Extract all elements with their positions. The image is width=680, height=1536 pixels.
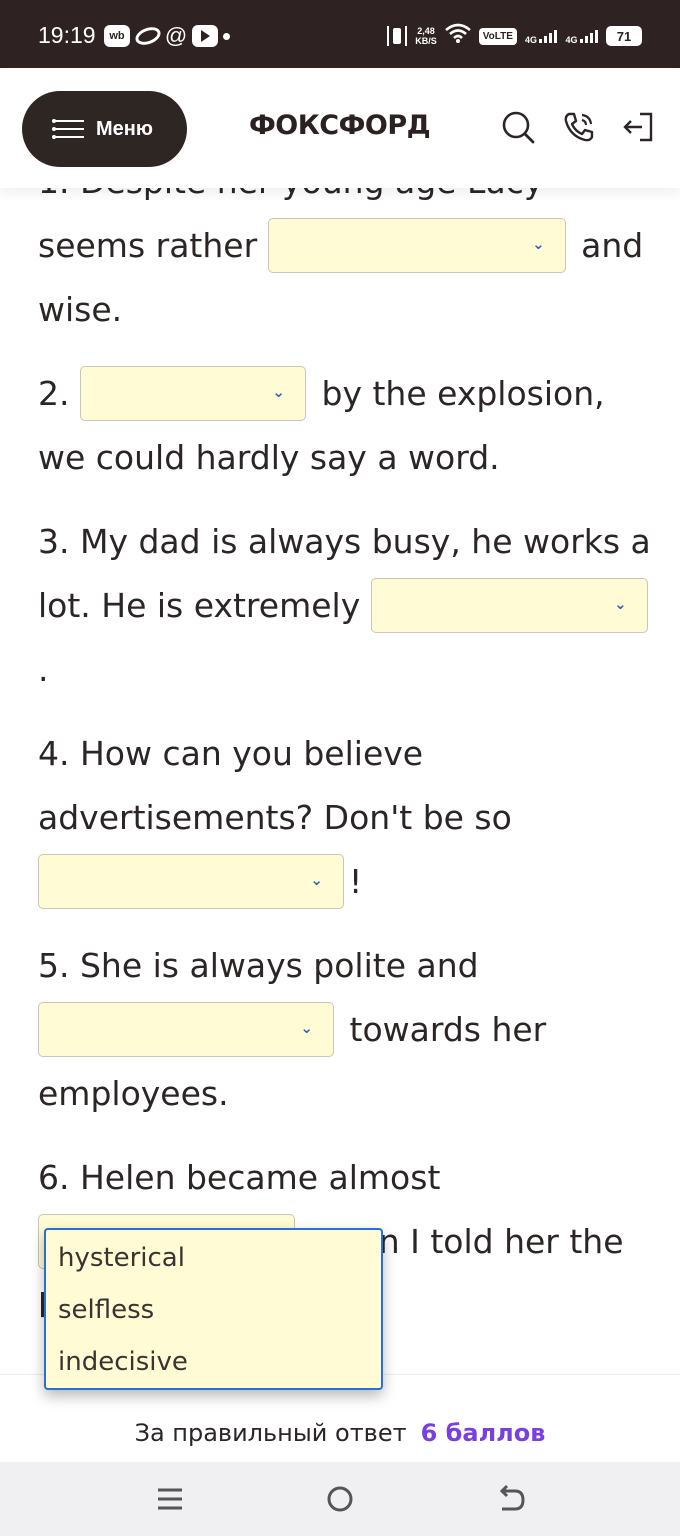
question-3: 3. My dad is always busy, he works a lot… bbox=[38, 510, 653, 702]
dropdown-option[interactable]: hysterical bbox=[46, 1232, 381, 1284]
volte-badge: VoLTE bbox=[478, 27, 517, 45]
answer-select-3[interactable]: ⌄ bbox=[370, 578, 648, 633]
home-icon[interactable] bbox=[323, 1482, 357, 1516]
recent-apps-icon[interactable] bbox=[153, 1482, 187, 1516]
battery-icon: 71 bbox=[606, 26, 642, 46]
answer-dropdown-list: hysterical selfless indecisive bbox=[44, 1228, 383, 1390]
youtube-icon bbox=[192, 25, 218, 47]
question-text: 6. Helen became almost bbox=[38, 1158, 441, 1197]
site-header: Меню ФОКСФОРД bbox=[0, 68, 680, 188]
question-text: 5. She is always polite and bbox=[38, 946, 479, 985]
vibrate-icon bbox=[387, 26, 408, 46]
chevron-down-icon: ⌄ bbox=[272, 383, 285, 401]
question-2: 2. ⌄ by the explosion, we could hardly s… bbox=[38, 362, 653, 490]
notification-dot-icon bbox=[223, 33, 230, 40]
question-text-after: . bbox=[38, 650, 49, 689]
question-text: 4. How can you believe advertisements? D… bbox=[38, 734, 512, 837]
hamburger-icon bbox=[52, 118, 84, 140]
menu-label: Меню bbox=[96, 117, 153, 140]
chevron-down-icon: ⌄ bbox=[300, 1019, 313, 1037]
chevron-down-icon: ⌄ bbox=[614, 595, 627, 613]
menu-button[interactable]: Меню bbox=[22, 91, 187, 167]
answer-select-5[interactable]: ⌄ bbox=[38, 1002, 334, 1057]
answer-select-1[interactable]: ⌄ bbox=[267, 218, 566, 273]
network-speed: 2,48 KB/S bbox=[415, 26, 437, 46]
sim2-signal-icon: 4G bbox=[565, 27, 598, 45]
phone-icon[interactable] bbox=[562, 110, 596, 144]
status-time: 19:19 bbox=[38, 22, 96, 48]
at-icon: @ bbox=[164, 23, 188, 48]
dropdown-option[interactable]: selfless bbox=[46, 1284, 381, 1336]
dropdown-option[interactable]: indecisive bbox=[46, 1336, 381, 1388]
login-icon[interactable] bbox=[622, 110, 656, 144]
back-icon[interactable] bbox=[493, 1482, 527, 1516]
question-text-after: ! bbox=[349, 862, 363, 901]
score-label: За правильный ответ bbox=[134, 1419, 407, 1447]
sim1-signal-icon: 4G bbox=[525, 27, 558, 45]
foxford-logo[interactable]: ФОКСФОРД bbox=[249, 110, 431, 141]
system-nav-bar bbox=[0, 1462, 680, 1536]
score-points: 6 баллов bbox=[420, 1419, 546, 1447]
chevron-down-icon: ⌄ bbox=[310, 871, 323, 889]
question-5: 5. She is always polite and ⌄ towards he… bbox=[38, 934, 653, 1126]
loop-icon bbox=[133, 24, 163, 48]
question-text: 2. bbox=[38, 374, 70, 413]
wifi-icon bbox=[444, 23, 471, 49]
status-indicators: 2,48 KB/S VoLTE 4G 4G 71 bbox=[387, 22, 642, 50]
wb-app-icon: wb bbox=[104, 25, 130, 47]
question-4: 4. How can you believe advertisements? D… bbox=[38, 722, 653, 914]
answer-select-2[interactable]: ⌄ bbox=[80, 366, 306, 421]
exercise-content: 1. Despite her young age Lucy seems rath… bbox=[38, 150, 653, 1358]
answer-select-4[interactable]: ⌄ bbox=[38, 854, 344, 909]
chevron-down-icon: ⌄ bbox=[532, 235, 545, 253]
search-icon[interactable] bbox=[501, 110, 535, 144]
status-bar: 19:19 wb @ 2,48 KB/S VoLTE 4G 4G 71 bbox=[0, 0, 680, 68]
